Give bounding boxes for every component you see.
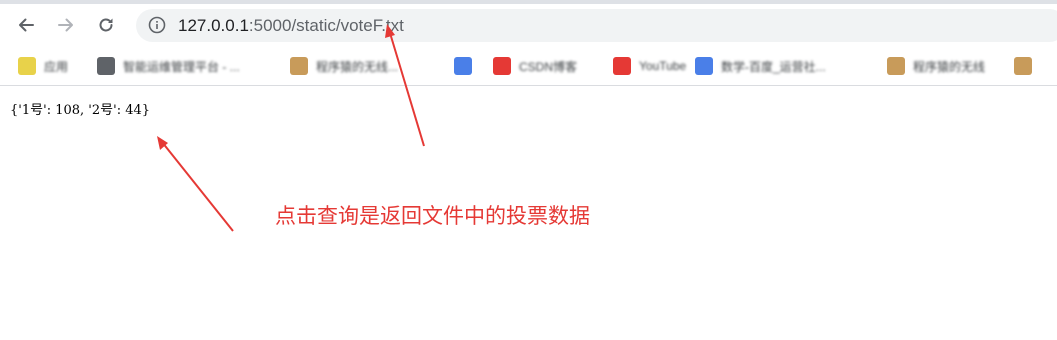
annotation-note: 点击查询是返回文件中的投票数据 [275, 205, 590, 228]
annotation-arrow-url [389, 32, 425, 147]
annotation-arrow-text [161, 141, 234, 232]
annotation-arrowhead-url [385, 24, 395, 38]
annotation-arrows [157, 24, 425, 232]
